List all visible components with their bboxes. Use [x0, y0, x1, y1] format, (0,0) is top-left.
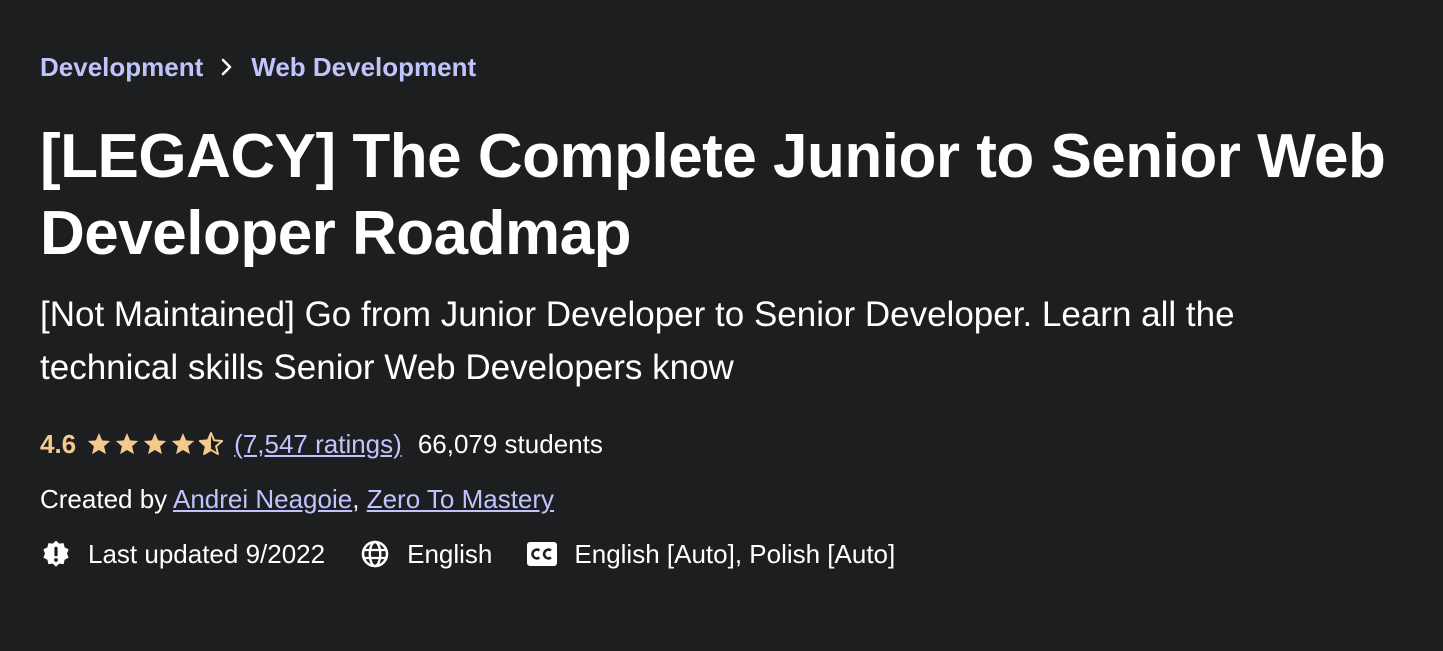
star-half-icon — [199, 431, 224, 456]
star-full-icon — [171, 432, 195, 455]
breadcrumb-item-development[interactable]: Development — [40, 50, 203, 84]
course-subtitle: [Not Maintained] Go from Junior Develope… — [40, 295, 1235, 387]
course-language: English — [359, 536, 492, 572]
creator-link-zero-to-mastery[interactable]: Zero To Mastery — [367, 484, 554, 514]
star-rating — [86, 431, 226, 457]
last-updated-text: Last updated 9/2022 — [88, 539, 326, 569]
globe-icon — [359, 538, 391, 570]
breadcrumb-item-web-development[interactable]: Web Development — [251, 50, 476, 84]
captions-text: English [Auto], Polish [Auto] — [574, 539, 896, 569]
alert-badge-icon — [40, 538, 72, 570]
created-by-row: Created by Andrei Neagoie, Zero To Maste… — [40, 481, 554, 517]
creator-link-andrei-neagoie[interactable]: Andrei Neagoie — [173, 484, 352, 514]
closed-captions-icon — [526, 538, 558, 570]
language-text: English — [407, 539, 493, 569]
star-full-icon — [115, 432, 139, 455]
creator-separator: , — [352, 484, 360, 514]
created-by-label: Created by — [40, 484, 168, 514]
course-title: [LEGACY] The Complete Junior to Senior W… — [40, 122, 1386, 268]
ratings-count-link[interactable]: (7,547 ratings) — [234, 426, 402, 462]
rating-value: 4.6 — [40, 429, 77, 459]
course-meta-row: Last updated 9/2022 English English [Aut… — [40, 536, 929, 572]
chevron-right-icon — [203, 50, 251, 84]
students-count: 66,079 students — [417, 429, 603, 459]
breadcrumb: Development Web Development — [40, 50, 476, 84]
star-full-icon — [143, 432, 167, 455]
star-full-icon — [87, 432, 111, 455]
course-captions: English [Auto], Polish [Auto] — [526, 536, 895, 572]
last-updated: Last updated 9/2022 — [40, 536, 325, 572]
rating-row: 4.6 (7,547 ratings) 66,079 students — [40, 426, 603, 462]
